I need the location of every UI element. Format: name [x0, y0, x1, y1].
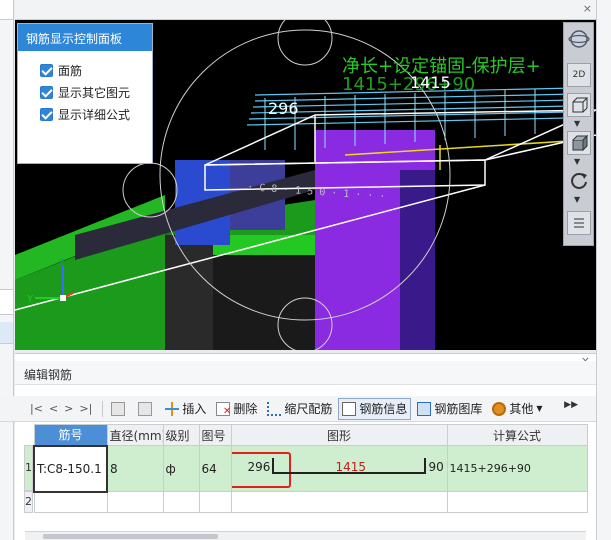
checkbox-icon[interactable] [40, 85, 53, 99]
delete-button[interactable]: ✕ 删除 [212, 398, 261, 420]
option-face-rebar[interactable]: 面筋 [18, 59, 152, 81]
col-fig-no[interactable]: 图号 [198, 424, 232, 446]
cell-grade[interactable]: ф [162, 445, 200, 492]
cell-bar-no[interactable]: T:C8-150.1 [33, 444, 108, 493]
edit-panel-title: 编辑钢筋 [15, 361, 596, 385]
arrow-down-icon [138, 401, 153, 416]
close-icon[interactable]: × [583, 2, 592, 15]
chevron-down-icon[interactable]: ▼ [574, 119, 580, 128]
svg-text:Z: Z [58, 258, 65, 269]
rebar-display-control-panel: 钢筋显示控制面板 面筋 显示其它图元 显示详细公式 [17, 23, 153, 164]
list-settings-icon[interactable] [567, 211, 591, 235]
scale-rebar-button[interactable]: 缩尺配筋 [263, 398, 336, 420]
formula-values: 1415+296+90 [342, 74, 476, 95]
orbit-sphere-icon[interactable] [567, 27, 591, 51]
insert-button[interactable]: 插入 [161, 398, 210, 420]
insert-label: 插入 [182, 402, 207, 416]
horizontal-scrollbar[interactable] [25, 531, 586, 540]
cell-fig-no[interactable]: 64 [198, 445, 232, 492]
box-view-icon[interactable] [567, 131, 591, 155]
nav-first-button[interactable]: |< [30, 402, 43, 415]
checkbox-icon[interactable] [40, 107, 53, 121]
nav-last-button[interactable]: >| [79, 402, 92, 415]
chevron-down-icon[interactable]: ▼ [574, 195, 580, 204]
arrow-up-icon [111, 401, 126, 416]
rebar-info-label: 钢筋信息 [359, 402, 408, 416]
shape-left-value[interactable]: 296 [248, 460, 271, 474]
rebar-info-button[interactable]: 钢筋信息 [338, 397, 412, 420]
chevron-down-icon[interactable]: ▼ [574, 157, 580, 166]
gear-icon [492, 401, 507, 416]
document-icon [342, 401, 357, 416]
option-show-detailed-formula[interactable]: 显示详细公式 [18, 103, 152, 125]
library-icon [417, 401, 432, 416]
dimension-side: 296 [268, 99, 299, 118]
cube-view-icon[interactable] [567, 93, 591, 117]
nav-prev-button[interactable]: < [49, 402, 58, 415]
left-strip [0, 0, 14, 540]
rotate-icon[interactable] [567, 169, 591, 193]
row-number[interactable]: 2 [24, 491, 33, 513]
control-panel-title: 钢筋显示控制面板 [18, 24, 152, 51]
cell-formula[interactable]: 1415+296+90 [446, 445, 588, 492]
shape-right-value[interactable]: 90 [429, 460, 444, 474]
table-row[interactable]: T:C8-150.1 8 ф 64 296 1415 90 1415+296+9… [33, 444, 588, 493]
option-label: 显示详细公式 [58, 107, 131, 122]
option-label: 面筋 [58, 63, 83, 78]
col-bar-no[interactable]: 筋号 [33, 424, 108, 446]
edit-toolbar: |< < > >| 插入 ✕ 删除 缩尺配筋 钢筋信息 钢筋图库 其他 ▼ ▶▶ [0, 396, 596, 422]
svg-text:Y: Y [26, 294, 34, 305]
more-icon[interactable]: ▶▶ [564, 400, 578, 410]
delete-label: 删除 [233, 402, 258, 416]
view-tool-palette: 2D ▼ ▼ ▼ [563, 22, 594, 246]
insert-icon [165, 401, 180, 416]
cell-shape[interactable]: 296 1415 90 [230, 445, 448, 492]
scale-icon [267, 401, 282, 416]
shape-mid-value[interactable]: 1415 [336, 460, 367, 474]
viewport-titlebar: × [15, 0, 596, 20]
view-2d-button[interactable]: 2D [567, 63, 591, 87]
option-show-other-elements[interactable]: 显示其它图元 [18, 81, 152, 103]
cell-diameter[interactable]: 8 [106, 445, 164, 492]
col-shape[interactable]: 图形 [230, 424, 448, 446]
checkbox-icon[interactable] [40, 63, 53, 77]
rebar-library-label: 钢筋图库 [434, 402, 483, 416]
col-grade[interactable]: 级别 [162, 424, 200, 446]
app-window: × · C 8 · 1 5 0 · 1 · · · Z Y 净长+设定锚固-保护… [0, 0, 611, 540]
move-down-button[interactable] [134, 398, 159, 420]
rebar-library-button[interactable]: 钢筋图库 [413, 398, 486, 420]
option-label: 显示其它图元 [58, 85, 131, 100]
nav-next-button[interactable]: > [64, 402, 73, 415]
dimension-top: 1415 [410, 73, 451, 92]
other-menu-button[interactable]: 其他 ▼ [488, 398, 546, 420]
col-formula[interactable]: 计算公式 [446, 424, 588, 446]
delete-icon: ✕ [216, 401, 231, 416]
col-diameter[interactable]: 直径(mm) [106, 424, 164, 446]
chevron-down-icon: ▼ [536, 404, 543, 413]
rebar-table: 筋号 直径(mm) 级别 图号 图形 计算公式 T:C8-150.1 8 ф 6… [33, 424, 588, 513]
shape-diagram: 296 1415 90 [232, 447, 446, 491]
scale-label: 缩尺配筋 [284, 402, 333, 416]
table-row[interactable] [33, 491, 588, 513]
other-label: 其他 [509, 402, 534, 416]
scrollbar-thumb[interactable] [43, 534, 218, 539]
move-up-button[interactable] [107, 398, 132, 420]
row-number[interactable]: 1 [24, 445, 33, 491]
table-header: 筋号 直径(mm) 级别 图号 图形 计算公式 [33, 424, 588, 446]
right-strip [596, 0, 611, 540]
